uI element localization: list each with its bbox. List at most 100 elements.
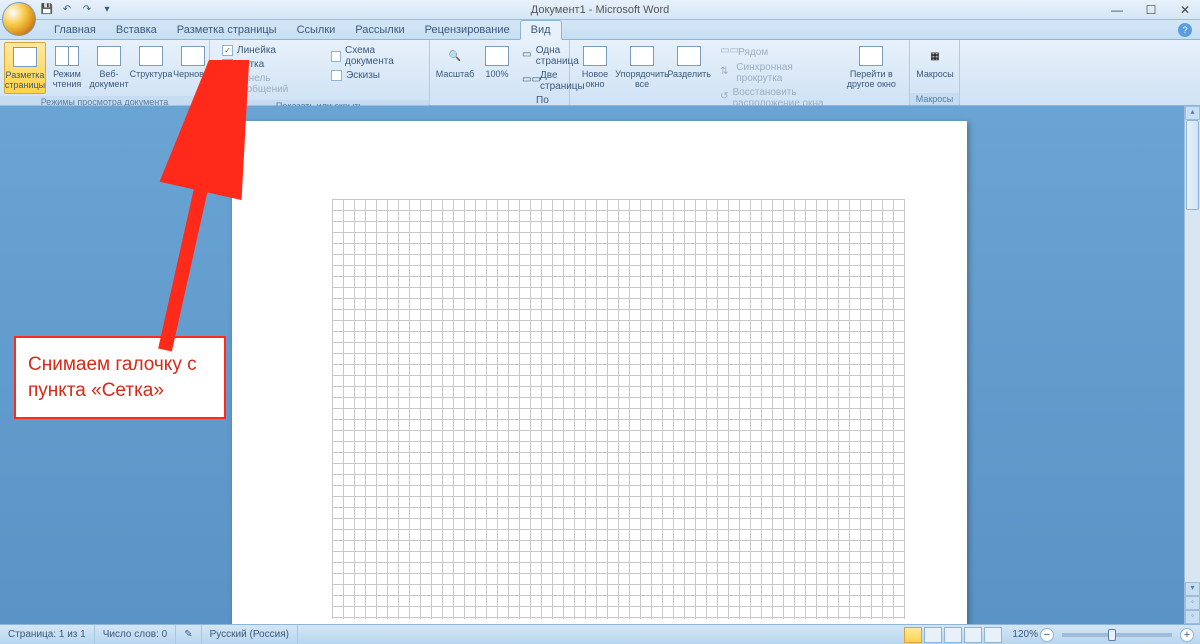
draft-label: Черновик	[173, 70, 213, 80]
reset-window-icon: ↺	[720, 91, 728, 105]
scroll-track[interactable]	[1185, 120, 1200, 582]
zoom-out-button[interactable]: −	[1040, 628, 1054, 642]
document-page[interactable]	[232, 121, 967, 624]
print-layout-label: Разметка страницы	[5, 71, 45, 91]
tab-mailings[interactable]: Рассылки	[345, 21, 414, 39]
zoom-in-button[interactable]: +	[1180, 628, 1194, 642]
magnifier-icon: 🔍	[441, 44, 469, 68]
next-page-button[interactable]: ◦	[1185, 610, 1200, 624]
annotation-callout: Снимаем галочку с пункта «Сетка»	[14, 336, 226, 419]
zoom-label: Масштаб	[436, 70, 475, 80]
outline-button[interactable]: Структура	[130, 42, 172, 82]
maximize-button[interactable]: ☐	[1142, 3, 1160, 17]
ribbon: Разметка страницы Режим чтения Веб-докум…	[0, 40, 1200, 106]
web-layout-label: Веб-документ	[90, 70, 129, 90]
group-window: Новое окно Упорядочить все Разделить ▭▭ Р…	[570, 40, 910, 105]
tab-references[interactable]: Ссылки	[287, 21, 346, 39]
save-icon[interactable]: 💾	[40, 3, 54, 17]
tab-home[interactable]: Главная	[44, 21, 106, 39]
prev-page-button[interactable]: ◦	[1185, 596, 1200, 610]
group-show-hide: ✓Линейка ✓Сетка Панель сообщений Схема д…	[210, 40, 430, 105]
qat-dropdown-icon[interactable]: ▾	[100, 3, 114, 17]
sync-scroll-icon: ⇅	[720, 66, 732, 80]
zoom-button[interactable]: 🔍 Масштаб	[434, 42, 476, 82]
macros-button[interactable]: ▦ Макросы	[914, 42, 956, 82]
tab-page-layout[interactable]: Разметка страницы	[167, 21, 287, 39]
tab-view[interactable]: Вид	[520, 20, 562, 40]
two-pages-icon: ▭▭	[522, 74, 536, 88]
status-spellcheck[interactable]: ✎	[176, 625, 201, 644]
group-document-views: Разметка страницы Режим чтения Веб-докум…	[0, 40, 210, 105]
web-layout-button[interactable]: Веб-документ	[88, 42, 130, 92]
one-page-icon: ▭	[522, 49, 532, 63]
vertical-scrollbar: ▴ ▾ ◦ ◦	[1184, 106, 1200, 624]
status-page-text: Страница: 1 из 1	[8, 629, 86, 640]
document-map-checkbox[interactable]: Схема документа	[329, 44, 419, 68]
zoom-slider[interactable]	[1062, 633, 1172, 637]
status-words[interactable]: Число слов: 0	[95, 625, 176, 644]
scroll-up-button[interactable]: ▴	[1185, 106, 1200, 120]
sync-label: Синхронная прокрутка	[736, 62, 827, 84]
message-bar-label: Панель сообщений	[236, 73, 315, 95]
office-button[interactable]	[2, 2, 36, 36]
window-title: Документ1 - Microsoft Word	[531, 4, 669, 16]
undo-icon[interactable]: ↶	[60, 3, 74, 17]
draft-button[interactable]: Черновик	[172, 42, 214, 82]
split-label: Разделить	[667, 70, 711, 80]
arrange-all-button[interactable]: Упорядочить все	[616, 42, 668, 92]
view-web-button[interactable]	[944, 627, 962, 643]
gridlines-label: Сетка	[237, 59, 264, 70]
outline-label: Структура	[130, 70, 173, 80]
macros-icon: ▦	[921, 44, 949, 68]
zoom-100-label: 100%	[485, 70, 508, 80]
new-window-label: Новое окно	[578, 70, 612, 90]
group-macros-label: Макросы	[910, 93, 959, 105]
reading-layout-label: Режим чтения	[50, 70, 84, 90]
side-by-side-icon: ▭▭	[720, 45, 734, 59]
document-grid	[332, 199, 905, 619]
status-page[interactable]: Страница: 1 из 1	[0, 625, 95, 644]
annotation-text: Снимаем галочку с пункта «Сетка»	[28, 354, 197, 401]
zoom-100-button[interactable]: 100%	[476, 42, 518, 82]
print-layout-button[interactable]: Разметка страницы	[4, 42, 46, 94]
gridlines-checkbox[interactable]: ✓Сетка	[220, 58, 317, 71]
scroll-thumb[interactable]	[1186, 120, 1199, 210]
status-words-text: Число слов: 0	[103, 629, 167, 640]
macros-btn-label: Макросы	[916, 70, 954, 80]
scroll-down-button[interactable]: ▾	[1185, 582, 1200, 596]
status-lang-text: Русский (Россия)	[210, 629, 289, 640]
split-button[interactable]: Разделить	[668, 42, 710, 82]
switch-windows-label: Перейти в другое окно	[842, 70, 901, 90]
status-bar: Страница: 1 из 1 Число слов: 0 ✎ Русский…	[0, 624, 1200, 644]
view-outline-button[interactable]	[964, 627, 982, 643]
title-bar: 💾 ↶ ↷ ▾ Документ1 - Microsoft Word — ☐ ✕	[0, 0, 1200, 20]
close-button[interactable]: ✕	[1176, 3, 1194, 17]
tab-review[interactable]: Рецензирование	[415, 21, 520, 39]
side-by-side-button[interactable]: ▭▭ Рядом	[716, 44, 831, 60]
sync-scroll-button[interactable]: ⇅ Синхронная прокрутка	[716, 61, 831, 85]
zoom-slider-knob[interactable]	[1108, 629, 1116, 641]
help-icon[interactable]: ?	[1178, 23, 1192, 37]
arrange-all-label: Упорядочить все	[615, 70, 669, 90]
tab-insert[interactable]: Вставка	[106, 21, 167, 39]
message-bar-checkbox[interactable]: Панель сообщений	[220, 72, 317, 96]
minimize-button[interactable]: —	[1108, 3, 1126, 17]
view-draft-button[interactable]	[984, 627, 1002, 643]
thumbnails-label: Эскизы	[346, 70, 380, 81]
ruler-checkbox[interactable]: ✓Линейка	[220, 44, 317, 57]
zoom-value[interactable]: 120%	[1012, 629, 1038, 640]
side-label: Рядом	[738, 47, 768, 58]
ruler-label: Линейка	[237, 45, 276, 56]
reading-layout-button[interactable]: Режим чтения	[46, 42, 88, 92]
document-map-label: Схема документа	[345, 45, 417, 67]
group-zoom: 🔍 Масштаб 100% ▭Одна страница ▭▭Две стра…	[430, 40, 570, 105]
new-window-button[interactable]: Новое окно	[574, 42, 616, 92]
status-language[interactable]: Русский (Россия)	[202, 625, 298, 644]
view-reading-button[interactable]	[924, 627, 942, 643]
view-print-layout-button[interactable]	[904, 627, 922, 643]
thumbnails-checkbox[interactable]: Эскизы	[329, 69, 419, 82]
switch-windows-button[interactable]: Перейти в другое окно	[838, 42, 905, 92]
quick-access-toolbar: 💾 ↶ ↷ ▾	[40, 3, 114, 17]
ribbon-tabs: Главная Вставка Разметка страницы Ссылки…	[0, 20, 1200, 40]
redo-icon[interactable]: ↷	[80, 3, 94, 17]
